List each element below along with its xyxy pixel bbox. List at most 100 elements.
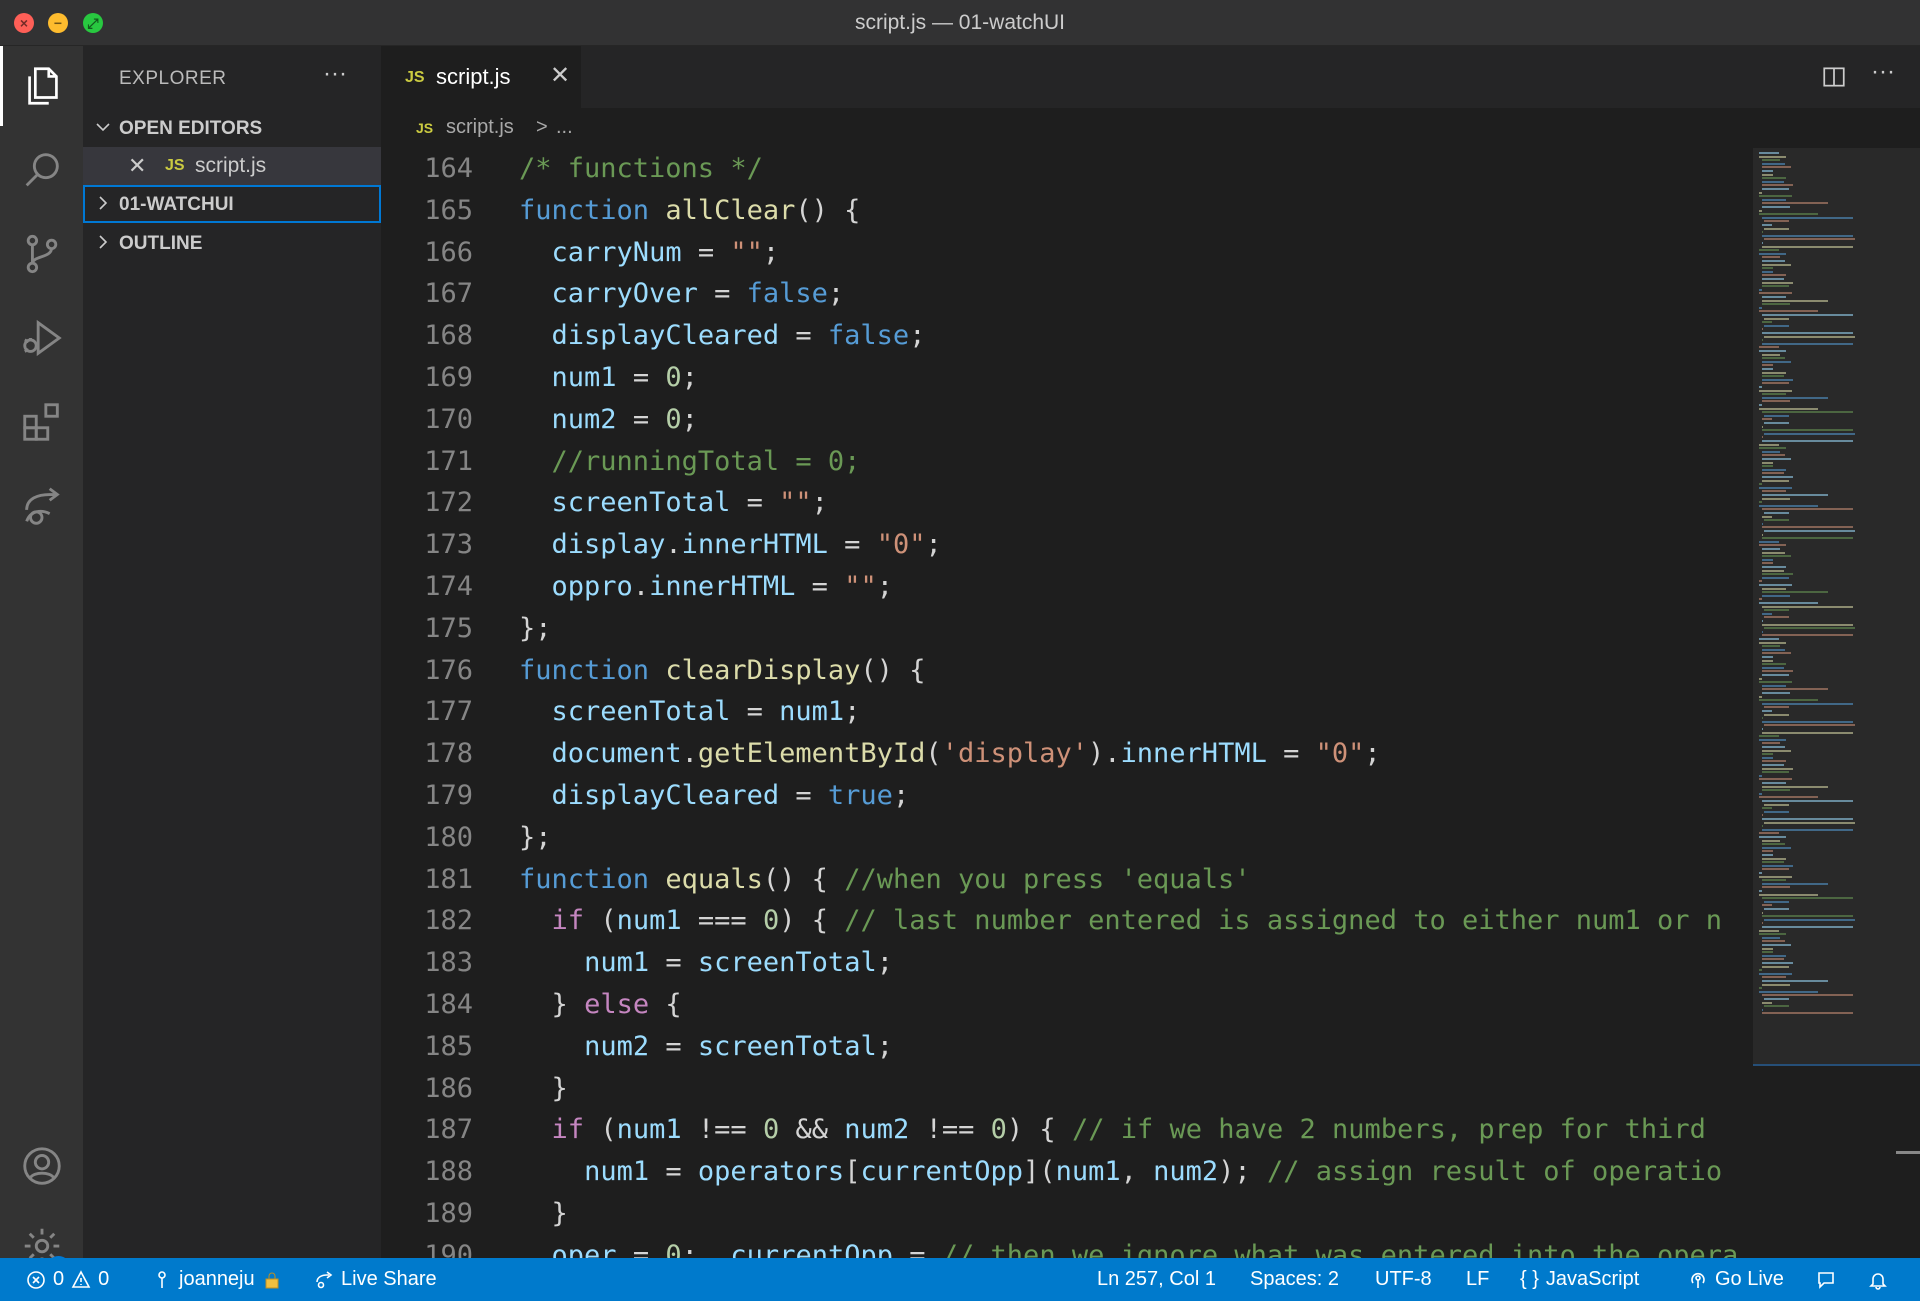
folder-section-01-watchui[interactable]: 01-WATCHUI bbox=[83, 185, 381, 223]
code-line[interactable]: carryNum = ""; bbox=[519, 232, 1738, 274]
code-line[interactable]: if (num1 === 0) { // last number entered… bbox=[519, 900, 1738, 942]
tab-close-button[interactable]: ✕ bbox=[550, 61, 570, 90]
scrollbar-position-marker[interactable] bbox=[1896, 1151, 1920, 1154]
activity-accounts[interactable] bbox=[0, 1126, 83, 1206]
feedback-button[interactable] bbox=[1816, 1258, 1836, 1301]
code-line[interactable]: function allClear() { bbox=[519, 190, 1738, 232]
code-line[interactable]: oppro.innerHTML = ""; bbox=[519, 566, 1738, 608]
problems-status[interactable]: 0 0 bbox=[26, 1258, 109, 1301]
activity-live-share[interactable] bbox=[0, 466, 83, 546]
activity-search[interactable] bbox=[0, 130, 83, 210]
minimap-line bbox=[1759, 486, 1792, 489]
minimap-line bbox=[1761, 468, 1787, 471]
minimap-line bbox=[1761, 965, 1789, 968]
indentation-status[interactable]: Spaces: 2 bbox=[1250, 1258, 1339, 1301]
minimap-line bbox=[1759, 872, 1762, 874]
code-line[interactable]: }; bbox=[519, 817, 1738, 859]
code-line[interactable]: num2 = screenTotal; bbox=[519, 1026, 1738, 1068]
activity-run-debug[interactable] bbox=[0, 298, 83, 378]
minimap-line bbox=[1764, 724, 1856, 727]
code-line[interactable]: screenTotal = ""; bbox=[519, 482, 1738, 524]
sidebar-title: EXPLORER bbox=[119, 68, 227, 89]
code-line[interactable]: if (num1 !== 0 && num2 !== 0) { // if we… bbox=[519, 1109, 1738, 1151]
title-bar: × − ⤢ script.js — 01-watchUI bbox=[0, 0, 1920, 46]
minimap-line bbox=[1761, 173, 1774, 176]
encoding-status[interactable]: UTF-8 bbox=[1375, 1258, 1432, 1301]
minimap-line bbox=[1764, 512, 1789, 514]
code-line[interactable]: } bbox=[519, 1068, 1738, 1110]
minimap-line bbox=[1759, 152, 1779, 154]
open-editor-item[interactable]: ✕ JS script.js bbox=[83, 147, 381, 185]
code-line[interactable]: //runningTotal = 0; bbox=[519, 441, 1738, 483]
cursor-position[interactable]: Ln 257, Col 1 bbox=[1097, 1258, 1216, 1301]
code-editor[interactable]: 164 165 166 167 168 169 170 171 172 173 174 175 176 1… bbox=[381, 148, 1751, 1258]
minimap-line bbox=[1764, 713, 1789, 716]
tab-script-js[interactable]: JS script.js ✕ bbox=[381, 46, 581, 108]
code-line[interactable]: displayCleared = true; bbox=[519, 775, 1738, 817]
warning-icon bbox=[71, 1269, 91, 1288]
code-lines[interactable]: /* functions */function allClear() { car… bbox=[519, 148, 1738, 1258]
minimap-line bbox=[1761, 911, 1763, 914]
minimap-line bbox=[1759, 832, 1779, 835]
split-editor-icon[interactable] bbox=[1821, 64, 1847, 90]
minimap-line bbox=[1761, 728, 1763, 730]
open-editors-section[interactable]: OPEN EDITORS bbox=[83, 109, 381, 147]
minimap-line bbox=[1761, 494, 1828, 496]
activity-source-control[interactable] bbox=[0, 214, 83, 294]
minimap-line bbox=[1759, 580, 1762, 583]
code-line[interactable]: carryOver = false; bbox=[519, 273, 1738, 315]
code-line[interactable]: display.innerHTML = "0"; bbox=[519, 524, 1738, 566]
activity-explorer[interactable] bbox=[0, 46, 83, 126]
code-line[interactable]: num2 = 0; bbox=[519, 399, 1738, 441]
outline-section[interactable]: OUTLINE bbox=[83, 224, 381, 262]
minimap-line bbox=[1761, 551, 1785, 554]
go-live-status[interactable]: Go Live bbox=[1688, 1258, 1784, 1301]
minimap-line bbox=[1761, 839, 1780, 842]
code-line[interactable]: function equals() { //when you press 'eq… bbox=[519, 859, 1738, 901]
minimap-line bbox=[1761, 954, 1787, 957]
line-number: 164 bbox=[424, 153, 473, 184]
live-share-status[interactable]: Live Share bbox=[314, 1258, 437, 1301]
code-line[interactable]: screenTotal = num1; bbox=[519, 691, 1738, 733]
code-line[interactable]: function clearDisplay() { bbox=[519, 650, 1738, 692]
minimap[interactable] bbox=[1753, 148, 1893, 1088]
code-line[interactable]: num1 = 0; bbox=[519, 357, 1738, 399]
activity-extensions[interactable] bbox=[0, 382, 83, 462]
minimap-line bbox=[1761, 731, 1853, 734]
minimap-line bbox=[1761, 861, 1784, 864]
minimap-line bbox=[1764, 908, 1789, 910]
minimap-line bbox=[1759, 836, 1787, 838]
minimap-line bbox=[1761, 285, 1789, 288]
minimap-line bbox=[1759, 346, 1779, 349]
code-line[interactable]: document.getElementById('display').inner… bbox=[519, 733, 1738, 775]
code-line[interactable]: displayCleared = false; bbox=[519, 315, 1738, 357]
minimap-line bbox=[1761, 533, 1763, 536]
minimap-line bbox=[1761, 342, 1853, 345]
breadcrumb-separator: > bbox=[536, 116, 548, 138]
sidebar-more-button[interactable]: ··· bbox=[323, 60, 347, 88]
minimap-line bbox=[1761, 620, 1763, 622]
minimap-line bbox=[1761, 461, 1774, 464]
notifications-button[interactable] bbox=[1868, 1258, 1888, 1301]
line-number: 168 bbox=[424, 320, 473, 352]
minimap-line bbox=[1761, 566, 1787, 568]
code-line[interactable]: oper = 0; currentOpp = // then we ignore… bbox=[519, 1235, 1739, 1258]
code-line[interactable]: } else { bbox=[519, 984, 1738, 1026]
close-editor-icon[interactable]: ✕ bbox=[128, 153, 146, 179]
code-line[interactable]: num1 = operators[currentOpp](num1, num2)… bbox=[519, 1151, 1738, 1193]
editor-more-actions-button[interactable]: ··· bbox=[1871, 58, 1895, 86]
code-line[interactable]: }; bbox=[519, 608, 1738, 650]
warning-count: 0 bbox=[98, 1268, 110, 1290]
code-line[interactable]: num1 = screenTotal; bbox=[519, 942, 1738, 984]
line-number: 178 bbox=[424, 738, 473, 770]
language-mode-status[interactable]: { } JavaScript bbox=[1520, 1258, 1639, 1301]
breadcrumb-symbols[interactable]: ... bbox=[556, 116, 573, 139]
user-status[interactable]: joanneju bbox=[152, 1258, 282, 1301]
eol-status[interactable]: LF bbox=[1466, 1258, 1489, 1301]
minimap-line bbox=[1761, 234, 1853, 237]
minimap-line bbox=[1761, 411, 1853, 414]
code-line[interactable]: /* functions */ bbox=[519, 148, 1738, 190]
minimap-line bbox=[1761, 522, 1763, 525]
breadcrumb-file[interactable]: script.js bbox=[446, 116, 514, 139]
code-line[interactable]: } bbox=[519, 1193, 1738, 1235]
